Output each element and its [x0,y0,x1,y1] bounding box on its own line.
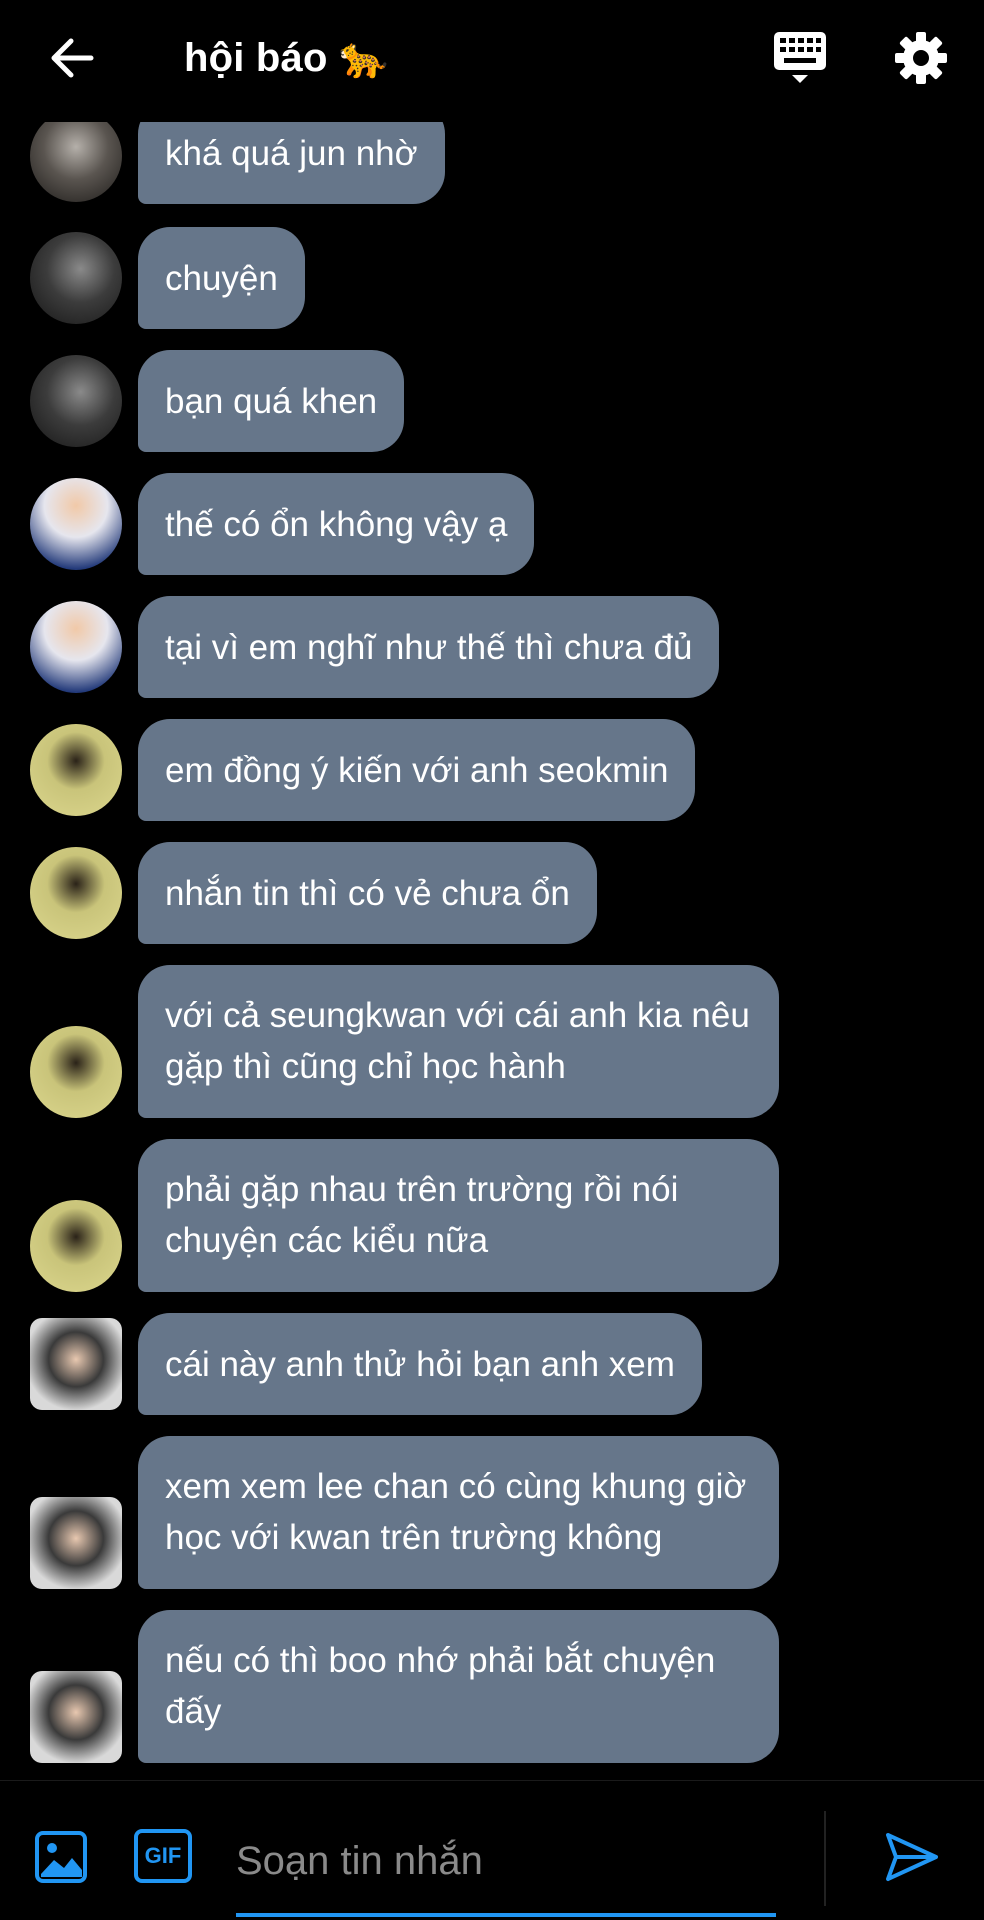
message-bubble[interactable]: chuyện [138,227,305,329]
avatar[interactable] [30,232,122,324]
message-bubble[interactable]: khá quá jun nhờ [138,122,445,204]
avatar[interactable] [30,1497,122,1589]
message-list[interactable]: khá quá jun nhờ chuyện bạn quá khen thế … [0,122,984,1780]
settings-button[interactable] [893,30,949,86]
avatar[interactable] [30,1671,122,1763]
avatar[interactable] [30,122,122,202]
keyboard-icon [774,32,826,83]
gif-button[interactable]: GIF [134,1829,192,1883]
avatar[interactable] [30,1200,122,1292]
send-icon [886,1833,938,1881]
input-underline [236,1913,776,1917]
arrow-left-icon [51,38,94,78]
image-icon [35,1831,87,1883]
message-bubble[interactable]: nhắn tin thì có vẻ chưa ổn [138,842,597,944]
keyboard-button[interactable] [770,30,830,86]
back-button[interactable] [44,30,100,86]
message-bubble[interactable]: cái này anh thử hỏi bạn anh xem [138,1313,702,1415]
message-bubble[interactable]: bạn quá khen [138,350,405,452]
avatar[interactable] [30,1318,122,1410]
message-bubble[interactable]: phải gặp nhau trên trường rồi nói chuyện… [138,1139,779,1292]
avatar[interactable] [30,601,122,693]
avatar[interactable] [30,724,122,816]
avatar[interactable] [30,1026,122,1118]
avatar[interactable] [30,847,122,939]
message-bubble[interactable]: xem xem lee chan có cùng khung giờ học v… [138,1436,779,1589]
message-bubble[interactable]: thế có ổn không vậy ạ [138,473,535,575]
attach-image-button[interactable] [34,1830,88,1884]
chat-title: hội báo 🐆 [184,36,389,80]
divider [824,1811,826,1906]
message-composer: GIF Soạn tin nhắn [0,1780,984,1920]
message-bubble[interactable]: em đồng ý kiến với anh seokmin [138,719,696,821]
avatar[interactable] [30,355,122,447]
message-bubble[interactable]: tại vì em nghĩ như thế thì chưa đủ [138,596,720,698]
message-bubble[interactable]: với cả seungkwan với cái anh kia nêu gặp… [138,965,779,1118]
message-input[interactable]: Soạn tin nhắn [236,1821,776,1901]
message-bubble[interactable]: nếu có thì boo nhớ phải bắt chuyện đấy [138,1610,779,1763]
send-button[interactable] [884,1829,940,1885]
avatar[interactable] [30,478,122,570]
chat-header: hội báo 🐆 [0,0,984,122]
gear-icon [895,32,947,84]
